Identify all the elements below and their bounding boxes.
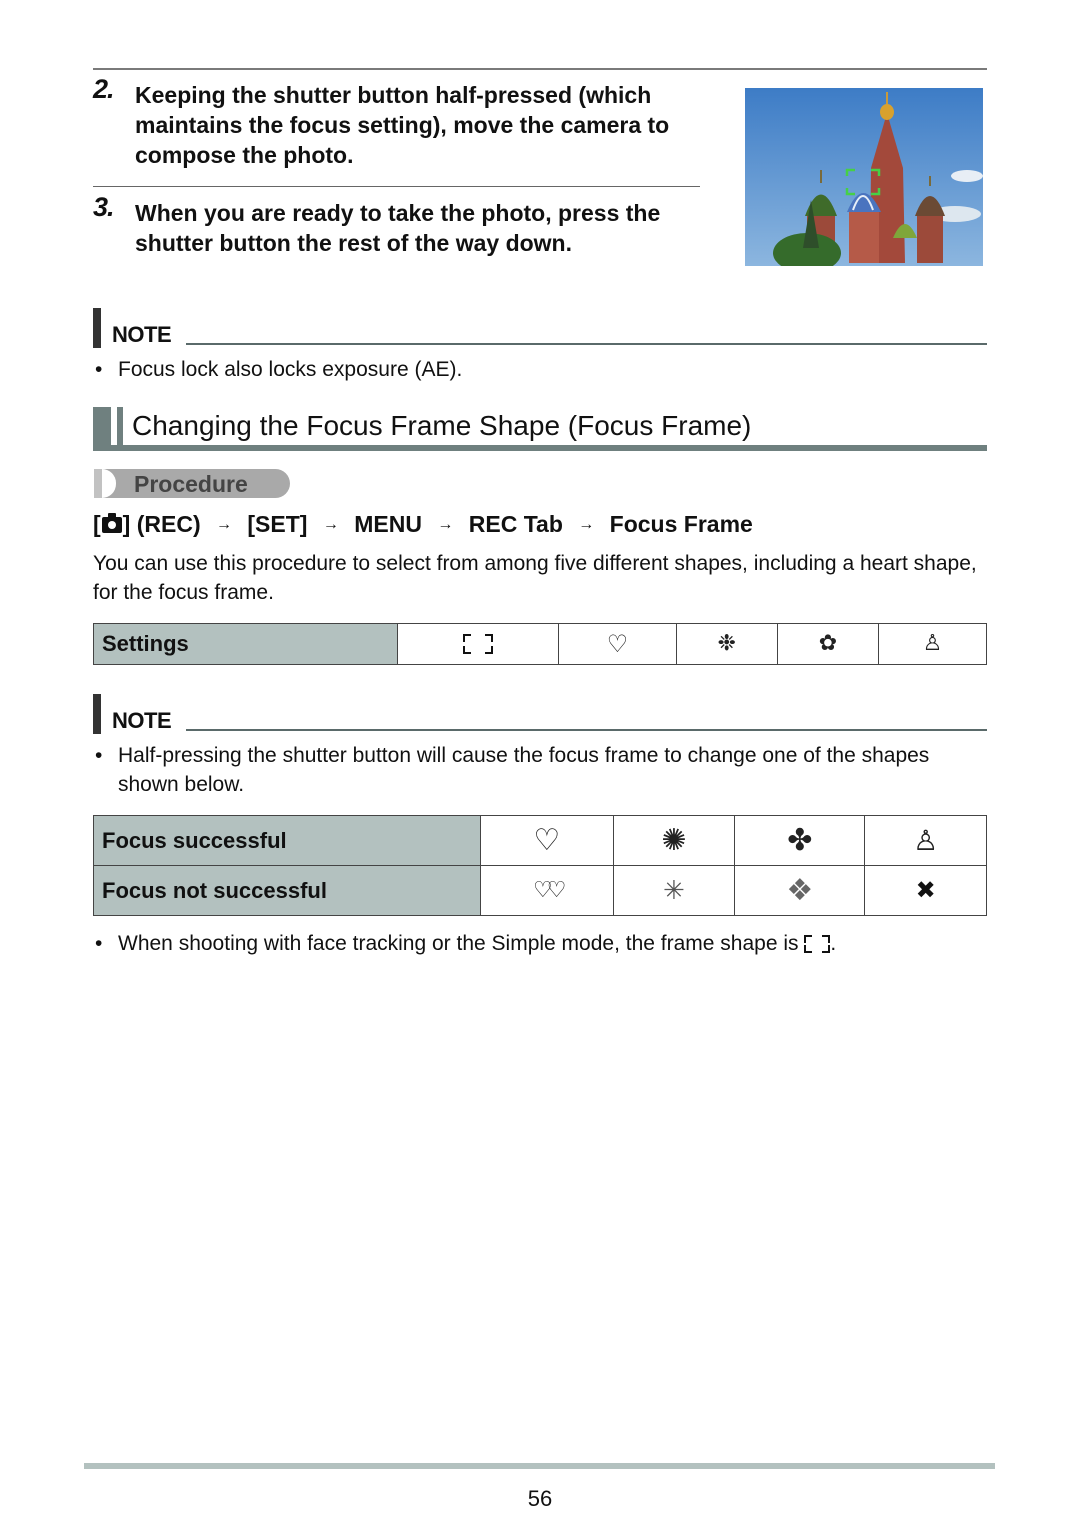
arrow-icon: → xyxy=(216,515,232,533)
bullet-text: Focus lock also locks exposure (AE). xyxy=(118,358,463,381)
focus-result-table: Focus successful ♡ ✺ ✤ ♙ Focus not succe… xyxy=(93,815,987,916)
scattered-flowers-icon: ❖ xyxy=(786,872,814,908)
arrow-icon: → xyxy=(322,515,339,533)
bracket-frame-icon xyxy=(463,634,494,654)
note-header: NOTE xyxy=(93,694,987,734)
option-cell: ♙ xyxy=(878,623,987,665)
arrow-icon: → xyxy=(437,515,454,533)
step-divider xyxy=(93,186,700,187)
menu-step-menu: MENU xyxy=(354,511,422,538)
menu-step-rec-tab: REC Tab xyxy=(468,511,563,538)
step-number: 2. xyxy=(93,74,115,104)
icon-cell: ♙ xyxy=(864,815,987,866)
footer-rule xyxy=(84,1463,995,1469)
menu-step-focus-frame: Focus Frame xyxy=(609,511,753,538)
top-divider xyxy=(93,68,987,70)
bullet-text: Half-pressing the shutter button will ca… xyxy=(118,744,930,796)
settings-header: Settings xyxy=(93,623,398,665)
note-label: NOTE xyxy=(112,322,172,347)
icon-cell: ❖ xyxy=(734,865,866,916)
description: You can use this procedure to select fro… xyxy=(93,552,977,604)
bracket-open: [ xyxy=(93,511,101,538)
note-rule xyxy=(186,729,987,731)
section-header: Changing the Focus Frame Shape (Focus Fr… xyxy=(93,407,987,451)
row-label: Focus not successful xyxy=(93,865,481,916)
settings-table: Settings ♡ ❉ ✿ ♙ xyxy=(93,623,987,665)
step-2: 2. Keeping the shutter button half-press… xyxy=(93,74,703,184)
x-mark-icon: ✖ xyxy=(915,876,936,904)
step-text: Keeping the shutter button half-pressed … xyxy=(135,82,670,168)
step-number: 3. xyxy=(93,192,115,222)
sparkle-burst-icon: ✺ xyxy=(661,822,687,858)
section-header-underline xyxy=(93,445,987,451)
flower-outline-icon: ✤ xyxy=(787,822,813,858)
icon-cell: ✳ xyxy=(612,865,736,916)
row-label: Focus successful xyxy=(93,815,481,866)
arrow-icon: → xyxy=(578,515,595,533)
small-burst-icon: ✳ xyxy=(663,875,685,906)
gingerbread-icon: ♙ xyxy=(922,631,943,656)
icon-cell: ♡ xyxy=(480,815,614,866)
note-bullet: • Half-pressing the shutter button will … xyxy=(95,741,975,801)
cathedral-illustration xyxy=(745,88,983,266)
procedure-label: Procedure xyxy=(134,471,248,497)
icon-cell: ✺ xyxy=(612,815,736,866)
table-row: Settings ♡ ❉ ✿ ♙ xyxy=(93,623,987,665)
bullet-dot: • xyxy=(95,932,103,955)
heart-icon: ♡ xyxy=(606,629,629,658)
note-header: NOTE xyxy=(93,308,987,348)
rec-label: ] (REC) xyxy=(122,511,201,538)
option-cell xyxy=(396,623,560,665)
note-bar xyxy=(93,308,101,348)
bullet-dot: • xyxy=(95,358,103,381)
heart-icon: ♡ xyxy=(533,822,561,858)
note-label: NOTE xyxy=(112,708,172,733)
procedure-tag: Procedure xyxy=(94,469,290,498)
section-title: Changing the Focus Frame Shape (Focus Fr… xyxy=(132,410,752,441)
bullet-suffix: . xyxy=(830,932,837,955)
icon-cell: ✖ xyxy=(864,865,987,916)
bullet-text: When shooting with face tracking or the … xyxy=(118,929,978,958)
step-text: When you are ready to take the photo, pr… xyxy=(135,200,661,256)
page-number: 56 xyxy=(527,1486,553,1511)
table-row: Focus not successful ♡♡ ✳ ❖ ✖ xyxy=(93,865,987,916)
icon-cell: ✤ xyxy=(734,815,866,866)
table-row: Focus successful ♡ ✺ ✤ ♙ xyxy=(93,815,987,866)
option-cell: ❉ xyxy=(675,623,778,665)
note-rule xyxy=(186,343,987,345)
bracket-frame-icon xyxy=(804,935,831,954)
snowflake-icon: ❉ xyxy=(717,631,736,656)
bullet-text-main: When shooting with face tracking or the … xyxy=(118,932,799,955)
option-cell: ♡ xyxy=(558,623,677,665)
flower-icon: ✿ xyxy=(818,631,838,656)
camera-icon xyxy=(101,512,122,533)
gingerbread-icon: ♙ xyxy=(913,823,939,857)
note-bar xyxy=(93,694,101,734)
menu-step-set: [SET] xyxy=(247,511,308,538)
icon-cell: ♡♡ xyxy=(480,865,614,916)
option-cell: ✿ xyxy=(776,623,880,665)
step-3: 3. When you are ready to take the photo,… xyxy=(93,192,703,292)
menu-path: [ ] (REC) → [SET] → MENU → REC Tab → Focu… xyxy=(93,510,753,538)
cathedral-photo xyxy=(745,88,983,266)
procedure-edge xyxy=(94,469,102,498)
broken-heart-icon: ♡♡ xyxy=(533,877,567,903)
bullet-dot: • xyxy=(95,744,103,767)
